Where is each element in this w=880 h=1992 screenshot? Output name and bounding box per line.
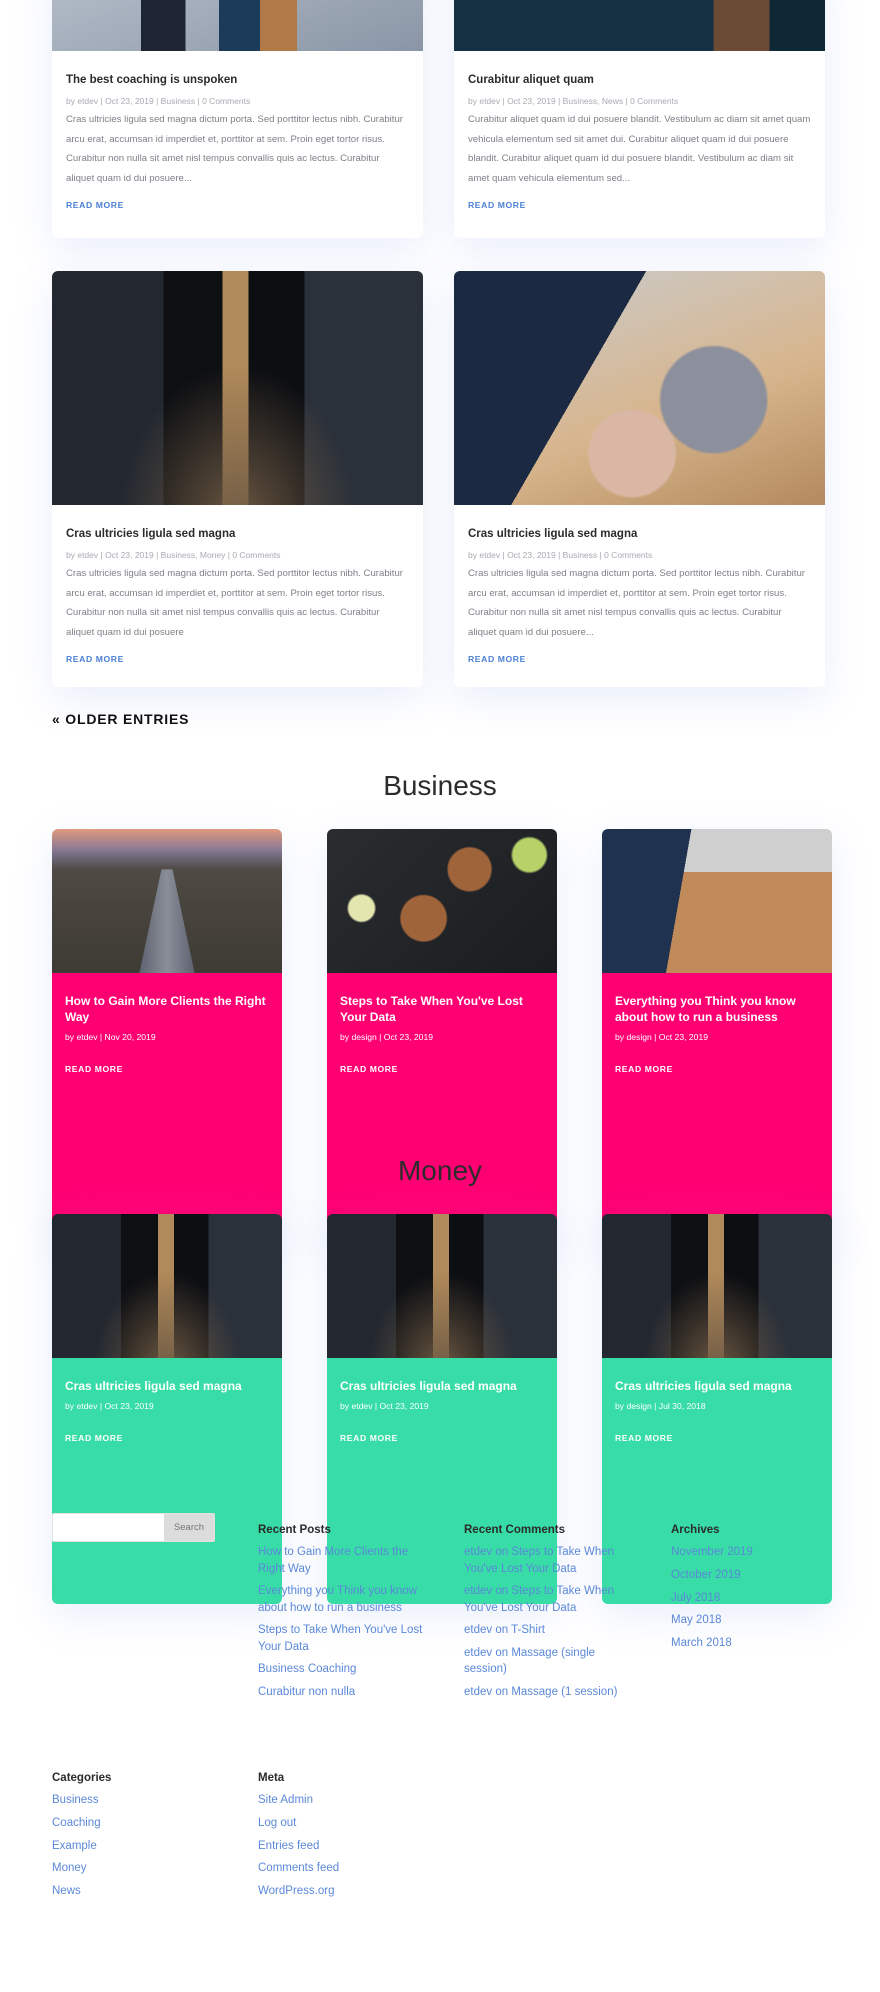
read-more-link[interactable]: READ MORE [66,654,124,664]
post-meta: by design | Oct 23, 2019 [340,1032,434,1042]
post-title[interactable]: Everything you Think you know about how … [615,993,819,1025]
archives-widget: Archives November 2019 October 2019 July… [671,1524,831,1658]
widget-title: Categories [52,1772,112,1784]
post-featured-image[interactable] [454,271,825,505]
read-more-link[interactable]: READ MORE [340,1064,398,1074]
recent-comment-link[interactable]: etdev on T-Shirt [464,1622,634,1639]
post-title[interactable]: Steps to Take When You've Lost Your Data [340,993,544,1025]
post-meta: by etdev | Oct 23, 2019 [65,1401,154,1411]
post-meta: by etdev | Oct 23, 2019 | Business | 0 C… [66,96,251,106]
read-more-link[interactable]: READ MORE [468,200,526,210]
meta-widget: Meta Site Admin Log out Entries feed Com… [258,1772,428,1906]
meta-link[interactable]: Log out [258,1815,428,1832]
recent-post-link[interactable]: Business Coaching [258,1661,428,1678]
section-title-money: Money [397,1155,483,1186]
recent-post-link[interactable]: How to Gain More Clients the Right Way [258,1544,428,1577]
post-excerpt: Cras ultricies ligula sed magna dictum p… [66,114,404,184]
post-title[interactable]: The best coaching is unspoken [66,72,409,88]
recent-comment-link[interactable]: etdev on Massage (single session) [464,1645,634,1678]
post-title[interactable]: Cras ultricies ligula sed magna [340,1378,544,1394]
older-entries-link[interactable]: « OLDER ENTRIES [52,711,189,727]
post-meta: by etdev | Nov 20, 2019 [65,1032,156,1042]
recent-comments-list: etdev on Steps to Take When You've Lost … [464,1544,634,1700]
read-more-link[interactable]: READ MORE [468,654,526,664]
post-featured-image[interactable] [602,829,832,973]
post-title[interactable]: Cras ultricies ligula sed magna [468,526,811,542]
post-title[interactable]: How to Gain More Clients the Right Way [65,993,269,1025]
recent-posts-widget: Recent Posts How to Gain More Clients th… [258,1524,428,1706]
widget-title: Meta [258,1772,285,1784]
category-link[interactable]: News [52,1883,212,1900]
card-body: Cras ultricies ligula sed magna by etdev… [52,1358,282,1604]
archive-link[interactable]: March 2018 [671,1635,831,1652]
category-link[interactable]: Money [52,1860,212,1877]
read-more-link[interactable]: READ MORE [615,1433,673,1443]
meta-link[interactable]: WordPress.org [258,1883,428,1900]
post-meta: by etdev | Oct 23, 2019 [340,1401,429,1411]
post-meta: by design | Jul 30, 2018 [615,1401,706,1411]
meta-link[interactable]: Entries feed [258,1838,428,1855]
blog-post-card: The best coaching is unspoken by etdev |… [52,0,423,238]
post-title[interactable]: Cras ultricies ligula sed magna [615,1378,819,1394]
archive-link[interactable]: May 2018 [671,1612,831,1629]
post-excerpt: Cras ultricies ligula sed magna dictum p… [468,568,806,638]
post-title[interactable]: Cras ultricies ligula sed magna [66,526,409,542]
card-body: Everything you Think you know about how … [602,973,832,1239]
post-meta: by design | Oct 23, 2019 [615,1032,709,1042]
post-featured-image[interactable] [52,0,423,51]
categories-widget: Categories Business Coaching Example Mon… [52,1772,212,1906]
categories-list: Business Coaching Example Money News [52,1792,212,1900]
post-featured-image[interactable] [52,1214,282,1358]
recent-comments-widget: Recent Comments etdev on Steps to Take W… [464,1524,634,1706]
widget-title: Recent Posts [258,1524,331,1536]
recent-comment-link[interactable]: etdev on Steps to Take When You've Lost … [464,1544,634,1577]
meta-link[interactable]: Site Admin [258,1792,428,1809]
category-link[interactable]: Example [52,1838,212,1855]
post-meta: by etdev | Oct 23, 2019 | Business, Mone… [66,550,281,560]
recent-comment-link[interactable]: etdev on Massage (1 session) [464,1684,634,1701]
post-title[interactable]: Curabitur aliquet quam [468,72,811,88]
read-more-link[interactable]: READ MORE [65,1064,123,1074]
meta-link[interactable]: Comments feed [258,1860,428,1877]
archives-list: November 2019 October 2019 July 2018 May… [671,1544,831,1652]
search-input[interactable] [53,1514,164,1541]
post-excerpt: Curabitur aliquet quam id dui posuere bl… [468,114,811,184]
blog-post-card: Cras ultricies ligula sed magna by etdev… [52,271,423,687]
search-button[interactable]: Search [164,1514,214,1541]
widget-title: Recent Comments [464,1524,565,1536]
recent-post-link[interactable]: Curabitur non nulla [258,1684,428,1701]
post-featured-image[interactable] [52,829,282,973]
recent-comment-link[interactable]: etdev on Steps to Take When You've Lost … [464,1583,634,1616]
archive-link[interactable]: July 2018 [671,1590,831,1607]
post-title[interactable]: Cras ultricies ligula sed magna [65,1378,269,1394]
recent-post-link[interactable]: Steps to Take When You've Lost Your Data [258,1622,428,1655]
post-featured-image[interactable] [454,0,825,51]
post-meta: by etdev | Oct 23, 2019 | Business | 0 C… [468,550,653,560]
recent-post-link[interactable]: Everything you Think you know about how … [258,1583,428,1616]
money-post-card: Cras ultricies ligula sed magna by etdev… [52,1214,282,1604]
post-featured-image[interactable] [327,829,557,973]
read-more-link[interactable]: READ MORE [340,1433,398,1443]
card-body: How to Gain More Clients the Right Way b… [52,973,282,1239]
archive-link[interactable]: October 2019 [671,1567,831,1584]
archive-link[interactable]: November 2019 [671,1544,831,1561]
blog-post-card: Cras ultricies ligula sed magna by etdev… [454,271,825,687]
meta-list: Site Admin Log out Entries feed Comments… [258,1792,428,1900]
blog-post-card: Curabitur aliquet quam by etdev | Oct 23… [454,0,825,238]
category-link[interactable]: Business [52,1792,212,1809]
post-meta: by etdev | Oct 23, 2019 | Business, News… [468,96,679,106]
post-featured-image[interactable] [327,1214,557,1358]
post-excerpt: Cras ultricies ligula sed magna dictum p… [66,568,404,638]
search-form: Search [52,1513,215,1542]
widget-title: Archives [671,1524,720,1536]
read-more-link[interactable]: READ MORE [66,200,124,210]
post-featured-image[interactable] [602,1214,832,1358]
category-link[interactable]: Coaching [52,1815,212,1832]
section-title-business: Business [383,770,497,801]
card-body: Steps to Take When You've Lost Your Data… [327,973,557,1239]
recent-posts-list: How to Gain More Clients the Right Way E… [258,1544,428,1700]
read-more-link[interactable]: READ MORE [65,1433,123,1443]
read-more-link[interactable]: READ MORE [615,1064,673,1074]
post-featured-image[interactable] [52,271,423,505]
